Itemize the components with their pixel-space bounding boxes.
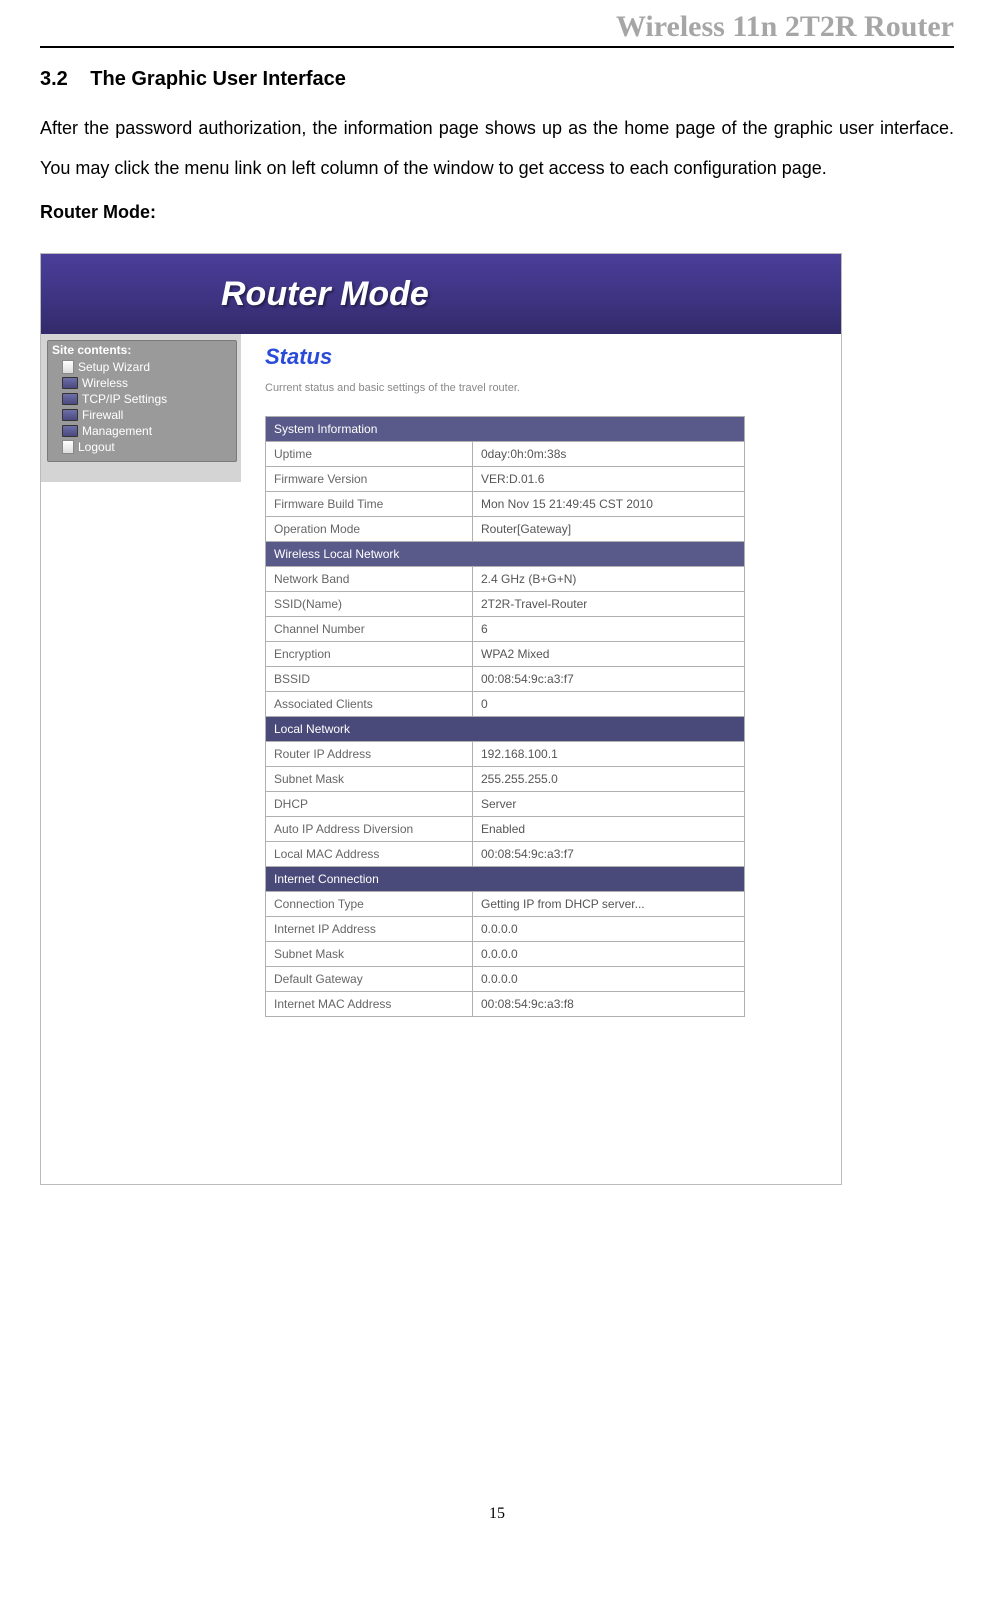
table-value: Router[Gateway] [473,517,745,542]
status-subtitle: Current status and basic settings of the… [265,382,827,394]
table-section-header: Local Network [266,717,745,742]
table-value: 6 [473,617,745,642]
table-row: SSID(Name)2T2R-Travel-Router [266,592,745,617]
table-row: DHCPServer [266,792,745,817]
table-value: WPA2 Mixed [473,642,745,667]
table-row: BSSID00:08:54:9c:a3:f7 [266,667,745,692]
table-key: Connection Type [266,892,473,917]
sidebar-item-label: Wireless [82,376,128,390]
table-row: Internet IP Address0.0.0.0 [266,917,745,942]
sidebar-item-firewall[interactable]: Firewall [52,407,232,423]
page-header: Wireless 11n 2T2R Router [40,10,954,48]
table-row: Router IP Address192.168.100.1 [266,742,745,767]
screenshot-banner: Router Mode [41,254,841,334]
table-section-header: System Information [266,417,745,442]
table-value: 255.255.255.0 [473,767,745,792]
table-key: Associated Clients [266,692,473,717]
table-value: Server [473,792,745,817]
subheading: Router Mode: [40,202,954,223]
table-row: Channel Number6 [266,617,745,642]
table-row: Local MAC Address00:08:54:9c:a3:f7 [266,842,745,867]
sidebar-item-label: Firewall [82,408,123,422]
table-row: Connection TypeGetting IP from DHCP serv… [266,892,745,917]
table-key: Internet IP Address [266,917,473,942]
table-key: Firmware Version [266,467,473,492]
router-screenshot: Router Mode Site contents: Setup Wizard W… [40,253,842,1185]
sidebar-title: Site contents: [52,343,232,357]
table-section-header: Internet Connection [266,867,745,892]
folder-icon [62,393,78,405]
table-row: Default Gateway0.0.0.0 [266,967,745,992]
page-number: 15 [40,1505,954,1523]
content-pane: Status Current status and basic settings… [241,334,841,1057]
table-row: Subnet Mask255.255.255.0 [266,767,745,792]
table-row: Associated Clients0 [266,692,745,717]
sidebar-item-setup-wizard[interactable]: Setup Wizard [52,359,232,375]
table-value: Enabled [473,817,745,842]
table-row: EncryptionWPA2 Mixed [266,642,745,667]
table-key: Uptime [266,442,473,467]
folder-icon [62,409,78,421]
table-row: Uptime0day:0h:0m:38s [266,442,745,467]
table-key: Auto IP Address Diversion [266,817,473,842]
table-section-header: Wireless Local Network [266,542,745,567]
sidebar-item-label: Logout [78,440,115,454]
table-row: Auto IP Address DiversionEnabled [266,817,745,842]
sidebar-item-label: Management [82,424,152,438]
table-row: Firmware Build TimeMon Nov 15 21:49:45 C… [266,492,745,517]
table-key: Firmware Build Time [266,492,473,517]
section-number: 3.2 [40,68,68,90]
table-key: Subnet Mask [266,767,473,792]
status-title: Status [265,344,827,370]
table-row: Subnet Mask0.0.0.0 [266,942,745,967]
table-value: 00:08:54:9c:a3:f7 [473,667,745,692]
sidebar-item-management[interactable]: Management [52,423,232,439]
sidebar-item-label: Setup Wizard [78,360,150,374]
table-value: 0 [473,692,745,717]
banner-title: Router Mode [221,275,429,314]
table-value: 192.168.100.1 [473,742,745,767]
folder-icon [62,425,78,437]
sidebar: Site contents: Setup Wizard Wireless TCP/I… [41,334,241,482]
table-key: Network Band [266,567,473,592]
table-value: 2.4 GHz (B+G+N) [473,567,745,592]
body-paragraph: After the password authorization, the in… [40,109,954,188]
table-key: Default Gateway [266,967,473,992]
table-value: 0.0.0.0 [473,917,745,942]
table-value: 2T2R-Travel-Router [473,592,745,617]
sidebar-item-label: TCP/IP Settings [82,392,167,406]
table-key: Internet MAC Address [266,992,473,1017]
sidebar-item-logout[interactable]: Logout [52,439,232,455]
sidebar-item-tcp-ip-settings[interactable]: TCP/IP Settings [52,391,232,407]
table-value: 0.0.0.0 [473,967,745,992]
table-value: 00:08:54:9c:a3:f7 [473,842,745,867]
table-key: BSSID [266,667,473,692]
page-icon [62,360,74,374]
table-row: Operation ModeRouter[Gateway] [266,517,745,542]
table-key: Channel Number [266,617,473,642]
table-key: Operation Mode [266,517,473,542]
section-title: The Graphic User Interface [90,68,346,90]
folder-icon [62,377,78,389]
table-key: Subnet Mask [266,942,473,967]
table-value: Mon Nov 15 21:49:45 CST 2010 [473,492,745,517]
table-row: Firmware VersionVER:D.01.6 [266,467,745,492]
table-value: 0.0.0.0 [473,942,745,967]
table-key: DHCP [266,792,473,817]
table-key: Encryption [266,642,473,667]
section-heading: 3.2 The Graphic User Interface [40,68,954,91]
sidebar-item-wireless[interactable]: Wireless [52,375,232,391]
status-table: System InformationUptime0day:0h:0m:38sFi… [265,416,745,1017]
table-value: VER:D.01.6 [473,467,745,492]
table-row: Internet MAC Address00:08:54:9c:a3:f8 [266,992,745,1017]
table-key: Local MAC Address [266,842,473,867]
table-key: SSID(Name) [266,592,473,617]
table-value: 0day:0h:0m:38s [473,442,745,467]
table-value: Getting IP from DHCP server... [473,892,745,917]
table-value: 00:08:54:9c:a3:f8 [473,992,745,1017]
table-row: Network Band2.4 GHz (B+G+N) [266,567,745,592]
table-key: Router IP Address [266,742,473,767]
page-icon [62,440,74,454]
